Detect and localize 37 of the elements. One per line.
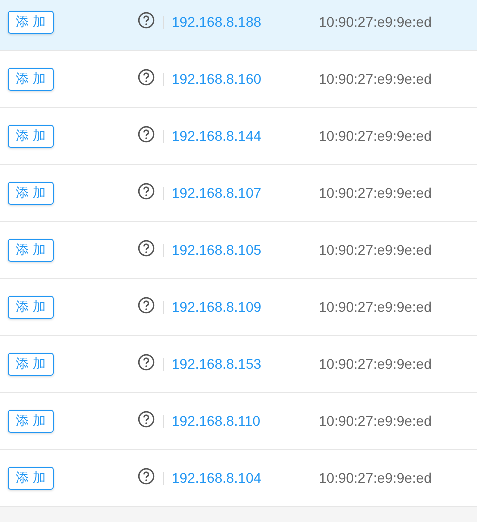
ip-address-link[interactable]: 192.168.8.144 — [172, 128, 319, 144]
ip-address-link[interactable]: 192.168.8.110 — [172, 413, 319, 429]
mac-address: 10:90:27:e9:9e:ed — [319, 128, 432, 144]
help-icon[interactable] — [138, 410, 155, 428]
help-icon[interactable] — [138, 240, 155, 256]
help-icon[interactable] — [138, 296, 155, 314]
mac-address: 10:90:27:e9:9e:ed — [319, 413, 432, 429]
help-icon[interactable] — [138, 468, 155, 484]
help-icon[interactable] — [138, 182, 155, 200]
add-button[interactable]: 添 加 — [8, 410, 54, 432]
help-icon[interactable] — [138, 12, 155, 28]
add-button[interactable]: 添 加 — [8, 352, 54, 376]
ip-address-link[interactable]: 192.168.8.109 — [172, 299, 319, 315]
mac-address: 10:90:27:e9:9e:ed — [319, 185, 432, 201]
add-button[interactable]: 添 加 — [8, 466, 54, 490]
help-icon[interactable] — [138, 354, 155, 370]
ip-address-link[interactable]: 192.168.8.104 — [172, 470, 319, 486]
ip-address-link[interactable]: 192.168.8.153 — [172, 356, 319, 372]
ip-address-link[interactable]: 192.168.8.105 — [172, 242, 319, 258]
table-row[interactable]: 添 加 192.168.8.188 10:90:27:e9:9e:ed — [0, 0, 477, 51]
add-button[interactable]: 添 加 — [8, 68, 54, 90]
add-button[interactable]: 添 加 — [8, 238, 54, 262]
mac-address: 10:90:27:e9:9e:ed — [319, 299, 432, 315]
ip-address-link[interactable]: 192.168.8.188 — [172, 14, 319, 30]
add-button[interactable]: 添 加 — [8, 182, 54, 204]
add-button[interactable]: 添 加 — [8, 296, 54, 318]
help-icon[interactable] — [138, 126, 155, 142]
add-button[interactable]: 添 加 — [8, 10, 54, 34]
mac-address: 10:90:27:e9:9e:ed — [319, 71, 432, 87]
help-icon[interactable] — [138, 68, 155, 86]
mac-address: 10:90:27:e9:9e:ed — [319, 14, 432, 30]
add-button[interactable]: 添 加 — [8, 124, 54, 148]
mac-address: 10:90:27:e9:9e:ed — [319, 356, 432, 372]
mac-address: 10:90:27:e9:9e:ed — [319, 470, 432, 486]
mac-address: 10:90:27:e9:9e:ed — [319, 242, 432, 258]
ip-address-link[interactable]: 192.168.8.107 — [172, 185, 319, 201]
ip-address-link[interactable]: 192.168.8.160 — [172, 71, 319, 87]
